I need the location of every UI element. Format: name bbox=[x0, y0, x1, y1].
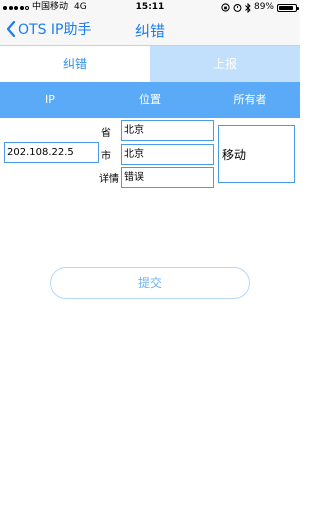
battery-percent: 89% bbox=[253, 2, 274, 12]
tab-report[interactable]: 上报 bbox=[150, 46, 300, 82]
city-label: 市 bbox=[101, 151, 111, 162]
column-header-ip: IP bbox=[45, 93, 55, 106]
province-field[interactable]: 北京 bbox=[121, 120, 214, 141]
status-bar: 中国移动 4G 15:11 89% bbox=[0, 0, 300, 15]
ip-field[interactable]: 202.108.22.5 bbox=[4, 142, 99, 163]
detail-label: 详情 bbox=[99, 174, 119, 185]
province-label: 省 bbox=[101, 128, 111, 139]
bluetooth-icon bbox=[245, 2, 251, 13]
city-field[interactable]: 北京 bbox=[121, 144, 214, 165]
back-button[interactable]: OTS IP助手 bbox=[6, 19, 91, 39]
detail-field[interactable]: 错误 bbox=[121, 167, 214, 188]
battery-icon bbox=[277, 3, 299, 12]
chevron-left-icon bbox=[6, 21, 16, 37]
status-right: 89% bbox=[221, 0, 299, 15]
back-button-label: OTS IP助手 bbox=[18, 22, 92, 38]
submit-button[interactable]: 提交 bbox=[50, 267, 250, 299]
battery-fill bbox=[279, 5, 294, 10]
alarm-icon bbox=[233, 3, 242, 12]
owner-field[interactable]: 移动 bbox=[218, 125, 295, 183]
tab-correction[interactable]: 纠错 bbox=[0, 46, 150, 82]
table-header: IP 位置 所有者 bbox=[0, 82, 300, 118]
navigation-bar: OTS IP助手 纠错 bbox=[0, 15, 300, 46]
column-header-owner: 所有者 bbox=[233, 93, 267, 106]
tab-bar: 纠错 上报 bbox=[0, 46, 300, 82]
column-header-location: 位置 bbox=[139, 93, 161, 106]
lock-rotation-icon bbox=[221, 3, 230, 12]
